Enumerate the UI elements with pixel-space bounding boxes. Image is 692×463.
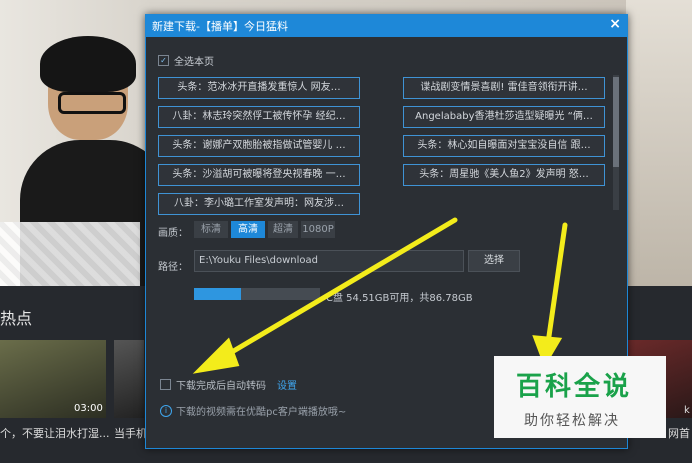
scrollbar-thumb[interactable] bbox=[613, 77, 619, 167]
video-duration: 03:00 bbox=[74, 403, 103, 414]
info-icon: i bbox=[160, 404, 172, 417]
video-thumbnail-2[interactable] bbox=[114, 340, 144, 418]
calligraphy-decoration bbox=[0, 222, 140, 286]
disk-usage-fill bbox=[194, 288, 241, 300]
path-label: 路径： bbox=[158, 262, 188, 273]
watermark-logo: 百科全说 助你轻松解决 bbox=[494, 356, 666, 438]
video-caption-1[interactable]: 个，不要让泪水打湿... bbox=[0, 425, 110, 441]
video-item-right-4[interactable]: 头条：周星驰《美人鱼2》发声明 怒… bbox=[403, 164, 605, 186]
notice-text-row: i 下载的视频需在优酷pc客户端播放哦~ bbox=[160, 403, 346, 418]
disk-space-text: C盘 54.51GB可用，共86.78GB bbox=[326, 293, 473, 304]
quality-label: 画质： bbox=[158, 228, 188, 239]
dialog-titlebar[interactable]: 新建下载-【播单】今日猛料 × bbox=[146, 15, 627, 37]
video-caption-2[interactable]: 当手机 bbox=[114, 425, 147, 441]
auto-transcode-label: 下载完成后自动转码 bbox=[176, 381, 266, 392]
section-title: 热点 bbox=[0, 309, 33, 328]
dialog-title: 新建下载-【播单】今日猛料 bbox=[152, 20, 288, 33]
video-item-left-4[interactable]: 头条：沙溢胡可被曝将登央视春晚 一… bbox=[158, 164, 360, 186]
select-all-label: 全选本页 bbox=[174, 57, 214, 68]
watermark-subtitle: 助你轻松解决 bbox=[524, 413, 620, 429]
video-item-right-1[interactable]: 谍战剧变情景喜剧! 雷佳音领衔开讲… bbox=[403, 77, 605, 99]
video-item-left-2[interactable]: 八卦：林志玲突然俘工被传怀孕 经纪… bbox=[158, 106, 360, 128]
quality-option-hd[interactable]: 高清 bbox=[231, 221, 265, 238]
notice-text: 下载的视频需在优酷pc客户端播放哦~ bbox=[176, 407, 347, 418]
settings-link[interactable]: 设置 bbox=[277, 377, 297, 392]
video-item-right-3[interactable]: 头条：林心如自曝面对宝宝没自信 跟… bbox=[403, 135, 605, 157]
quality-option-shd[interactable]: 超清 bbox=[268, 221, 298, 238]
disk-usage-bar bbox=[194, 288, 320, 300]
download-path-input[interactable]: E:\Youku Files\download bbox=[194, 250, 464, 272]
quality-option-sd[interactable]: 标清 bbox=[194, 221, 228, 238]
checkbox-unchecked-icon[interactable] bbox=[160, 379, 171, 390]
browse-button[interactable]: 选择 bbox=[468, 250, 520, 272]
video-item-left-3[interactable]: 头条：谢娜产双胞胎被指做试管婴儿 … bbox=[158, 135, 360, 157]
select-all-checkbox[interactable]: ✓ 全选本页 bbox=[158, 53, 214, 68]
video-caption-4: k bbox=[684, 405, 690, 416]
watermark-title: 百科全说 bbox=[516, 372, 633, 402]
video-caption-3[interactable]: 网首 bbox=[668, 425, 690, 441]
video-item-left-1[interactable]: 头条：范冰冰开直播发重惊人 网友… bbox=[158, 77, 360, 99]
list-scrollbar[interactable] bbox=[613, 75, 619, 210]
quality-option-1080p[interactable]: 1080P bbox=[301, 221, 335, 238]
video-item-left-5[interactable]: 八卦：李小璐工作室发声明：网友涉… bbox=[158, 193, 360, 215]
checkbox-checked-icon[interactable]: ✓ bbox=[158, 55, 169, 66]
close-icon[interactable]: × bbox=[609, 16, 621, 32]
video-item-right-2[interactable]: Angelababy香港杜莎造型疑曝光 “俩… bbox=[403, 106, 605, 128]
banner-side-photo bbox=[626, 0, 692, 286]
auto-transcode-option[interactable]: 下载完成后自动转码 设置 bbox=[160, 377, 297, 392]
